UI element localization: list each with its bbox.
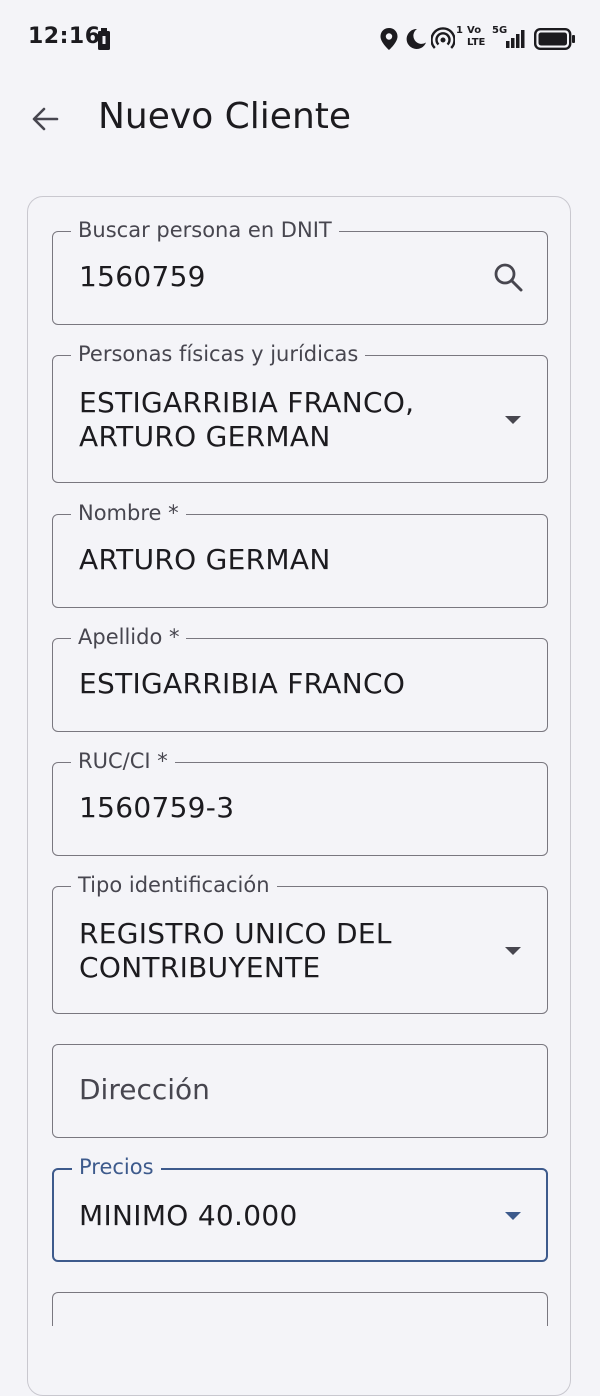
apellido-field[interactable]: Apellido * ESTIGARRIBIA FRANCO bbox=[52, 624, 548, 732]
volte-label-bottom: LTE bbox=[467, 37, 486, 48]
page-title: Nuevo Cliente bbox=[98, 96, 352, 137]
tipo-identificacion-value-line2: CONTRIBUYENTE bbox=[79, 951, 321, 984]
personas-label: Personas físicas y jurídicas bbox=[71, 341, 366, 367]
precios-value: MINIMO 40.000 bbox=[79, 1199, 298, 1232]
nombre-field[interactable]: Nombre * ARTURO GERMAN bbox=[52, 500, 548, 608]
battery-icon bbox=[534, 28, 576, 54]
nombre-input[interactable]: ARTURO GERMAN bbox=[79, 543, 467, 577]
status-time: 12:16 bbox=[28, 24, 101, 49]
tipo-identificacion-value-line1: REGISTRO UNICO DEL bbox=[79, 917, 392, 950]
ruc-ci-field[interactable]: RUC/CI * 1560759-3 bbox=[52, 748, 548, 856]
search-icon bbox=[494, 263, 523, 292]
arrow-drop-down-icon bbox=[505, 1212, 521, 1220]
arrow-drop-down-icon bbox=[505, 416, 521, 424]
search-dnit-field[interactable]: Buscar persona en DNIT 1560759 bbox=[52, 217, 548, 325]
hotspot-icon bbox=[430, 27, 456, 55]
direccion-input[interactable]: Dirección bbox=[79, 1073, 210, 1107]
precios-label: Precios bbox=[72, 1154, 161, 1180]
personas-dropdown-arrow[interactable] bbox=[501, 408, 525, 432]
sim-slot-label: 1 bbox=[456, 25, 463, 36]
direccion-field[interactable]: Dirección bbox=[52, 1044, 548, 1138]
apellido-input[interactable]: ESTIGARRIBIA FRANCO bbox=[79, 667, 467, 701]
tipo-identificacion-dropdown[interactable]: Tipo identificación REGISTRO UNICO DEL C… bbox=[52, 872, 548, 1014]
search-dnit-input[interactable]: 1560759 bbox=[79, 260, 467, 294]
arrow-drop-down-icon bbox=[505, 947, 521, 955]
personas-dropdown[interactable]: Personas físicas y jurídicas ESTIGARRIBI… bbox=[52, 341, 548, 483]
personas-value-line2: ARTURO GERMAN bbox=[79, 420, 331, 453]
back-button[interactable] bbox=[20, 94, 70, 144]
personas-value-line1: ESTIGARRIBIA FRANCO, bbox=[79, 386, 415, 419]
arrow-back-icon bbox=[32, 107, 59, 131]
status-bar: 12:16 1 Vo LTE 5G bbox=[0, 0, 600, 78]
do-not-disturb-moon-icon bbox=[405, 28, 427, 54]
nombre-label: Nombre * bbox=[71, 500, 186, 526]
search-button[interactable] bbox=[491, 260, 525, 294]
battery-saver-icon bbox=[98, 28, 110, 54]
apellido-label: Apellido * bbox=[71, 624, 187, 650]
volte-label-top: Vo bbox=[467, 25, 482, 36]
precios-dropdown[interactable]: Precios MINIMO 40.000 bbox=[52, 1154, 548, 1262]
ruc-ci-input[interactable]: 1560759-3 bbox=[79, 791, 467, 825]
ruc-ci-label: RUC/CI * bbox=[71, 748, 175, 774]
next-field[interactable] bbox=[52, 1292, 548, 1326]
app-bar: Nuevo Cliente bbox=[0, 78, 600, 160]
signal-strength-icon bbox=[494, 30, 526, 52]
search-dnit-label: Buscar persona en DNIT bbox=[71, 217, 339, 243]
tipo-identificacion-dropdown-arrow[interactable] bbox=[501, 939, 525, 963]
location-icon bbox=[380, 28, 398, 54]
precios-dropdown-arrow[interactable] bbox=[501, 1204, 525, 1228]
tipo-identificacion-label: Tipo identificación bbox=[71, 872, 277, 898]
